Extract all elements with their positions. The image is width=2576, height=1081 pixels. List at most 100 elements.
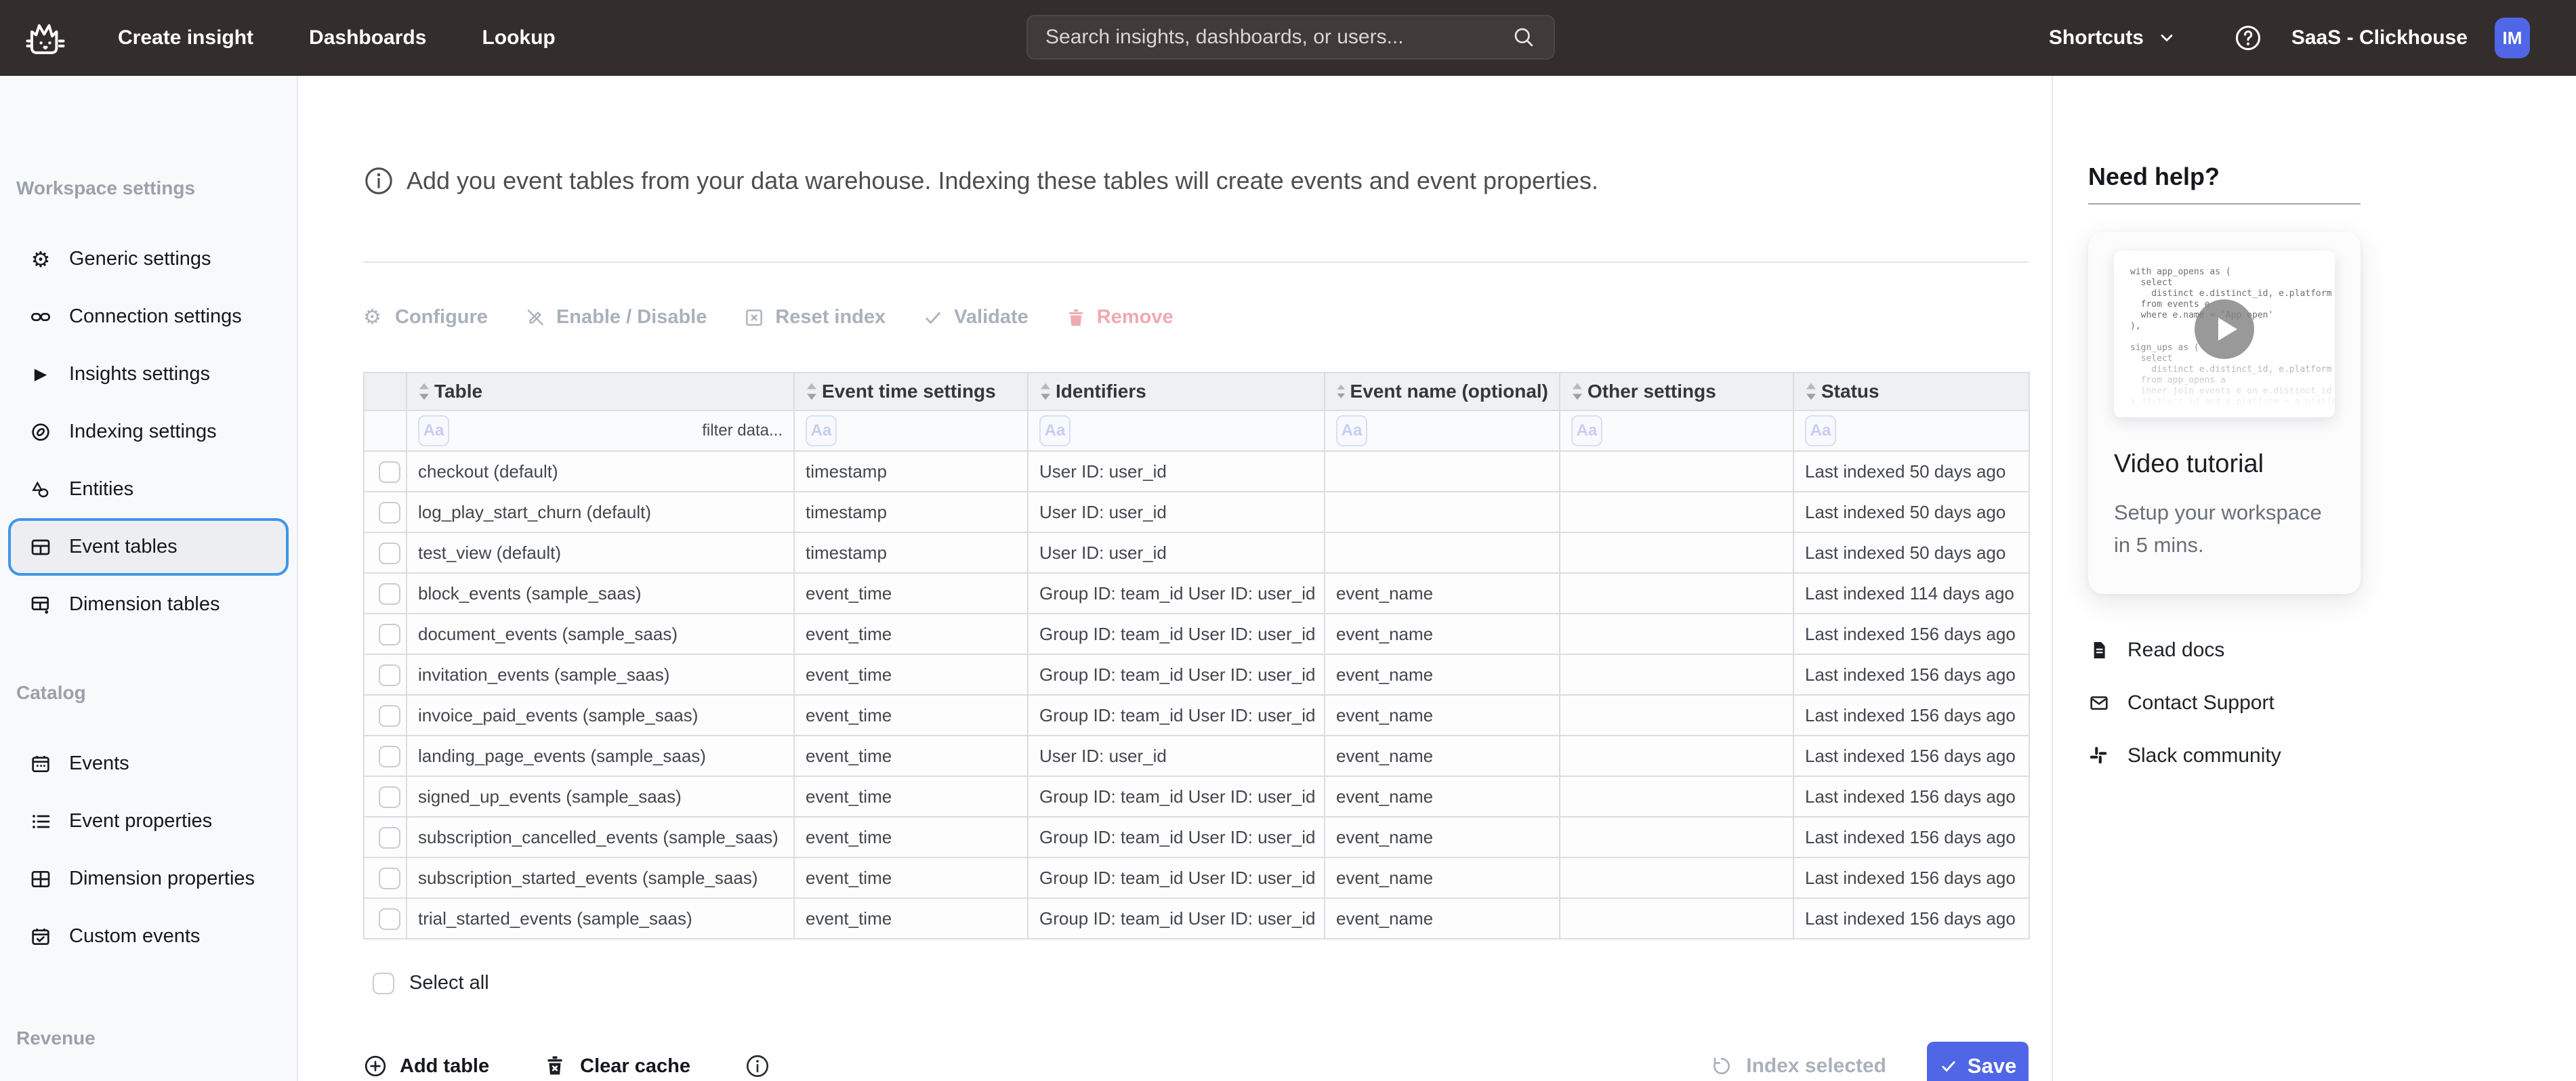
cell-identifiers: User ID: user_id: [1028, 736, 1325, 776]
link-icon: [28, 305, 53, 329]
cell-event-name: event_name: [1325, 817, 1560, 857]
column-header-event-time[interactable]: Event time settings: [794, 373, 1028, 410]
workspace-name[interactable]: SaaS - Clickhouse: [2291, 26, 2468, 49]
table-row: document_events (sample_saas) event_time…: [364, 614, 2029, 654]
row-checkbox[interactable]: [379, 786, 400, 808]
clear-cache-button[interactable]: Clear cache: [543, 1054, 690, 1078]
circle-plus-icon: [363, 1054, 388, 1078]
pen-slash-icon: [524, 307, 546, 328]
filter-input[interactable]: filter data...: [702, 421, 783, 440]
shortcuts-button[interactable]: Shortcuts: [2049, 26, 2176, 49]
configure-button[interactable]: ⚙ Configure: [363, 306, 488, 328]
save-button[interactable]: Save: [1927, 1042, 2029, 1081]
row-checkbox[interactable]: [379, 827, 400, 849]
select-all-checkbox[interactable]: [373, 973, 394, 994]
play-button[interactable]: [2195, 299, 2254, 359]
cell-status: Last indexed 114 days ago: [1793, 573, 2029, 614]
sidebar-item-event-properties[interactable]: Event properties: [0, 792, 297, 850]
slack-community-link[interactable]: Slack community: [2088, 744, 2576, 767]
video-tutorial-card[interactable]: with app_opens as ( select distinct e.di…: [2088, 232, 2361, 594]
row-checkbox[interactable]: [379, 583, 400, 605]
sidebar-item-custom-events[interactable]: Custom events: [0, 908, 297, 965]
sidebar-item-generic-settings[interactable]: ⚙ Generic settings: [0, 230, 297, 288]
cell-other-settings: [1560, 695, 1793, 736]
sort-icon: [806, 382, 818, 401]
column-header-status[interactable]: Status: [1793, 373, 2029, 410]
row-checkbox[interactable]: [379, 543, 400, 564]
sidebar-item-events[interactable]: Events: [0, 735, 297, 792]
sidebar-item-indexing-settings[interactable]: Indexing settings: [0, 403, 297, 461]
cell-event-name: event_name: [1325, 898, 1560, 939]
row-checkbox[interactable]: [379, 624, 400, 645]
search-input[interactable]: Search insights, dashboards, or users...: [1026, 15, 1555, 60]
row-checkbox[interactable]: [379, 868, 400, 889]
nav-lookup[interactable]: Lookup: [482, 26, 555, 49]
row-checkbox[interactable]: [379, 746, 400, 767]
sidebar-item-event-tables[interactable]: Event tables: [8, 518, 289, 576]
cell-table-name: trial_started_events (sample_saas): [407, 898, 794, 939]
play-icon: ▶: [28, 362, 53, 387]
video-thumbnail[interactable]: with app_opens as ( select distinct e.di…: [2114, 251, 2335, 417]
list-icon: [28, 809, 53, 834]
column-header-identifiers[interactable]: Identifiers: [1028, 373, 1325, 410]
remove-button[interactable]: Remove: [1065, 306, 1173, 328]
row-checkbox[interactable]: [379, 502, 400, 524]
cell-status: Last indexed 156 days ago: [1793, 695, 2029, 736]
cell-status: Last indexed 156 days ago: [1793, 776, 2029, 817]
column-header-event-name[interactable]: Event name (optional): [1325, 373, 1560, 410]
cell-event-time: event_time: [794, 898, 1028, 939]
read-docs-link[interactable]: Read docs: [2088, 639, 2576, 662]
cell-event-name: [1325, 451, 1560, 492]
help-icon[interactable]: [2233, 23, 2263, 53]
row-checkbox[interactable]: [379, 461, 400, 483]
table-toolbar: ⚙ Configure Enable / Disable Reset index: [363, 306, 2029, 328]
section-catalog: Catalog: [0, 682, 297, 704]
avatar[interactable]: IM: [2495, 18, 2530, 58]
match-case-toggle[interactable]: Aa: [1571, 415, 1602, 446]
validate-button[interactable]: Validate: [922, 306, 1029, 328]
nav-create-insight[interactable]: Create insight: [118, 26, 253, 49]
column-header-other-settings[interactable]: Other settings: [1560, 373, 1793, 410]
match-case-toggle[interactable]: Aa: [1336, 415, 1367, 446]
index-selected-button[interactable]: Index selected: [1711, 1055, 1886, 1078]
cell-other-settings: [1560, 451, 1793, 492]
cell-event-time: timestamp: [794, 492, 1028, 532]
nav-dashboards[interactable]: Dashboards: [309, 26, 426, 49]
logo-cat-icon[interactable]: [24, 17, 66, 59]
sidebar-item-insights-settings[interactable]: ▶ Insights settings: [0, 345, 297, 403]
cell-other-settings: [1560, 654, 1793, 695]
column-header-table[interactable]: Table: [407, 373, 794, 410]
row-checkbox[interactable]: [379, 705, 400, 727]
sidebar-item-connection-settings[interactable]: Connection settings: [0, 288, 297, 345]
sidebar-item-entities[interactable]: Entities: [0, 461, 297, 518]
cell-event-name: event_name: [1325, 654, 1560, 695]
match-case-toggle[interactable]: Aa: [1039, 415, 1071, 446]
table-row: subscription_cancelled_events (sample_sa…: [364, 817, 2029, 857]
match-case-toggle[interactable]: Aa: [806, 415, 837, 446]
cell-event-name: [1325, 532, 1560, 573]
cell-identifiers: Group ID: team_id User ID: user_id: [1028, 817, 1325, 857]
shortcuts-label: Shortcuts: [2049, 26, 2144, 49]
row-checkbox[interactable]: [379, 908, 400, 930]
sidebar-item-dimension-tables[interactable]: Dimension tables: [0, 576, 297, 633]
enable-disable-button[interactable]: Enable / Disable: [524, 306, 707, 328]
add-table-button[interactable]: Add table: [363, 1054, 489, 1078]
contact-support-link[interactable]: Contact Support: [2088, 692, 2576, 715]
info-icon[interactable]: [745, 1053, 770, 1079]
cell-status: Last indexed 50 days ago: [1793, 451, 2029, 492]
sort-icon: [418, 382, 430, 401]
cell-identifiers: User ID: user_id: [1028, 451, 1325, 492]
sort-icon: [1805, 382, 1817, 401]
calendar-check-icon: [28, 925, 53, 949]
cell-event-name: event_name: [1325, 573, 1560, 614]
table-row: trial_started_events (sample_saas) event…: [364, 898, 2029, 939]
reset-index-button[interactable]: Reset index: [743, 306, 886, 328]
sidebar: Workspace settings ⚙ Generic settings Co…: [0, 76, 298, 1081]
row-checkbox[interactable]: [379, 664, 400, 686]
cell-status: Last indexed 156 days ago: [1793, 736, 2029, 776]
cell-event-name: event_name: [1325, 695, 1560, 736]
match-case-toggle[interactable]: Aa: [418, 415, 449, 446]
match-case-toggle[interactable]: Aa: [1805, 415, 1836, 446]
sidebar-item-dimension-properties[interactable]: Dimension properties: [0, 850, 297, 908]
cell-status: Last indexed 50 days ago: [1793, 492, 2029, 532]
